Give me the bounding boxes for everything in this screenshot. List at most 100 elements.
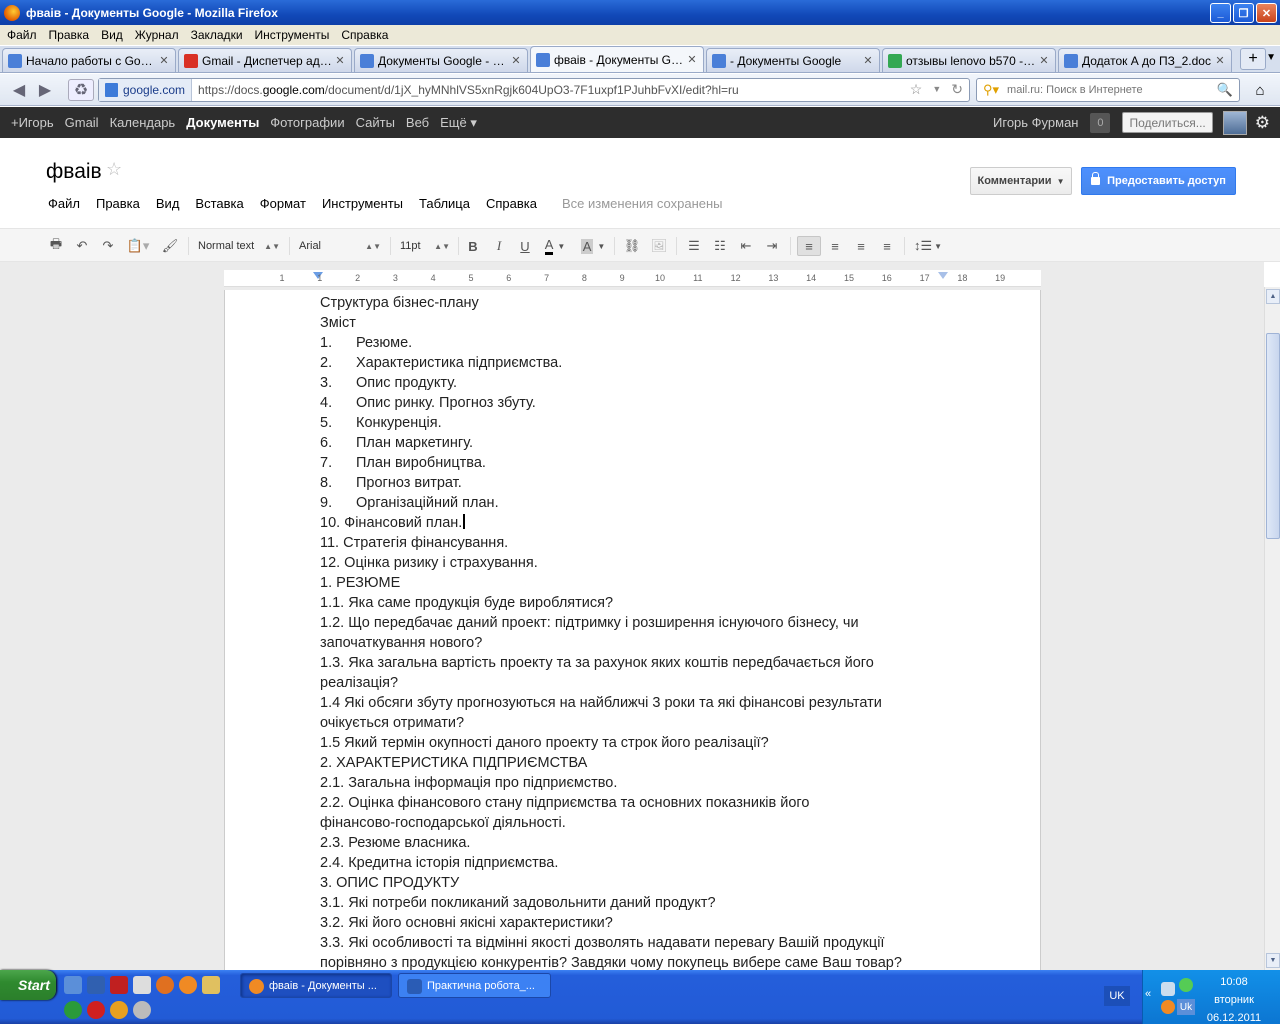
taskbar-item-firefox[interactable]: фваів - Документы ...: [240, 973, 392, 998]
menu-file[interactable]: Файл: [7, 28, 37, 42]
browser-tab[interactable]: Начало работы с Google...✕: [2, 48, 176, 72]
vertical-scrollbar[interactable]: ▲ ▼: [1264, 287, 1280, 970]
gbar-link-documents[interactable]: Документы: [186, 115, 259, 130]
search-engine-icon[interactable]: ⚲▾: [983, 82, 999, 98]
decrease-indent-icon[interactable]: ⇤: [736, 236, 756, 256]
redo-icon[interactable]: ↷: [98, 236, 118, 256]
gbar-share-button[interactable]: Поделиться...: [1122, 112, 1213, 133]
toc-item[interactable]: 11. Стратегія фінансування.: [320, 533, 960, 553]
quicklaunch-browser-icon[interactable]: [156, 976, 174, 994]
align-right-button[interactable]: ≡: [850, 236, 872, 256]
reload-icon[interactable]: ↻: [951, 81, 963, 98]
doc-paragraph-line[interactable]: започаткування нового?: [320, 633, 960, 653]
doc-paragraph-line[interactable]: 1.4 Які обсяги збуту прогнозуються на на…: [320, 693, 960, 713]
toc-item[interactable]: 7. План виробництва.: [320, 453, 960, 473]
document-body[interactable]: Структура бізнес-плану Зміст 1. Резюме. 2. Ха…: [320, 293, 960, 973]
toc-item[interactable]: 1. Резюме.: [320, 333, 960, 353]
tab-close-icon[interactable]: ✕: [1214, 54, 1226, 67]
doc-paragraph-line[interactable]: 3.2. Які його основні якісні характерист…: [320, 913, 960, 933]
clock[interactable]: 10:08 вторник 06.12.2011: [1188, 973, 1280, 1024]
browser-tab[interactable]: Gmail - Диспетчер адрес...✕: [178, 48, 352, 72]
bulleted-list-icon[interactable]: ☷: [710, 236, 730, 256]
docs-menu-format[interactable]: Формат: [260, 196, 306, 211]
doc-title[interactable]: фваів: [46, 160, 102, 184]
doc-paragraph-line[interactable]: 1.1. Яка саме продукція буде вироблятися…: [320, 593, 960, 613]
toc-item[interactable]: 12. Оцінка ризику і страхування.: [320, 553, 960, 573]
back-icon[interactable]: ◀: [6, 79, 32, 101]
language-indicator[interactable]: UK: [1104, 986, 1130, 1006]
paste-icon[interactable]: 📋▾: [124, 236, 152, 256]
bold-button[interactable]: B: [464, 236, 482, 256]
style-select[interactable]: Normal text ▲▼: [198, 236, 280, 256]
toc-title[interactable]: Зміст: [320, 313, 960, 333]
doc-paragraph-line[interactable]: 1. РЕЗЮМЕ: [320, 573, 960, 593]
url-text[interactable]: https://docs.google.com/document/d/1jX_h…: [198, 83, 739, 97]
doc-paragraph-line[interactable]: 2. ХАРАКТЕРИСТИКА ПІДПРИЄМСТВА: [320, 753, 960, 773]
minimize-button[interactable]: _: [1210, 3, 1231, 23]
doc-paragraph-line[interactable]: 3.1. Які потреби покликаний задовольнити…: [320, 893, 960, 913]
tab-close-icon[interactable]: ✕: [334, 54, 346, 67]
gbar-link-web[interactable]: Веб: [406, 115, 429, 130]
tab-close-icon[interactable]: ✕: [686, 53, 698, 66]
star-icon[interactable]: ☆: [106, 159, 122, 180]
scrollbar-thumb[interactable]: [1266, 333, 1280, 539]
browser-tab[interactable]: Документы Google - Гла... ✕: [354, 48, 528, 72]
increase-indent-icon[interactable]: ⇥: [762, 236, 782, 256]
link-icon[interactable]: ⛓: [622, 236, 642, 256]
quicklaunch-media-icon[interactable]: [133, 976, 151, 994]
torrent-icon[interactable]: [64, 1001, 82, 1019]
italic-button[interactable]: I: [490, 236, 508, 256]
doc-paragraph-line[interactable]: 3.3. Які особливості та відмінні якості …: [320, 933, 960, 953]
doc-paragraph-line[interactable]: 1.5 Який термін окупності даного проекту…: [320, 733, 960, 753]
underline-button[interactable]: U: [516, 236, 534, 256]
doc-paragraph-line[interactable]: 2.2. Оцінка фінансового стану підприємст…: [320, 793, 960, 813]
quicklaunch-app-icon[interactable]: [87, 976, 105, 994]
doc-paragraph-line[interactable]: реалізація?: [320, 673, 960, 693]
quicklaunch-misc-icon[interactable]: [133, 1001, 151, 1019]
home-icon[interactable]: ⌂: [1248, 80, 1272, 100]
doc-paragraph-line[interactable]: 3. ОПИС ПРОДУКТУ: [320, 873, 960, 893]
doc-paragraph-line[interactable]: очікується отримати?: [320, 713, 960, 733]
close-window-button[interactable]: ✕: [1256, 3, 1277, 23]
tab-close-icon[interactable]: ✕: [510, 54, 522, 67]
docs-menu-table[interactable]: Таблица: [419, 196, 470, 211]
menu-help[interactable]: Справка: [341, 28, 388, 42]
line-spacing-icon[interactable]: ↕☰ ▼: [912, 236, 944, 256]
scroll-up-icon[interactable]: ▲: [1266, 289, 1280, 304]
toc-item[interactable]: 6. План маркетингу.: [320, 433, 960, 453]
search-input[interactable]: [1007, 84, 1208, 96]
gbar-link-photos[interactable]: Фотографии: [270, 115, 344, 130]
justify-button[interactable]: ≡: [876, 236, 898, 256]
menu-bookmarks[interactable]: Закладки: [191, 28, 243, 42]
history-icon[interactable]: ♻: [68, 78, 94, 101]
highlight-color-button[interactable]: A ▼: [578, 236, 608, 256]
toc-item[interactable]: 3. Опис продукту.: [320, 373, 960, 393]
search-bar[interactable]: ⚲▾ 🔍: [976, 78, 1240, 102]
paint-format-icon[interactable]: 🖌: [160, 236, 180, 256]
docs-menu-insert[interactable]: Вставка: [195, 196, 243, 211]
align-left-button[interactable]: ≡: [797, 236, 821, 256]
browser-tab[interactable]: фваів - Документы Google ✕: [530, 46, 704, 72]
undo-icon[interactable]: ↶: [72, 236, 92, 256]
gbar-username[interactable]: Игорь Фурман: [993, 115, 1078, 130]
doc-paragraph-line[interactable]: 2.1. Загальна інформація про підприємств…: [320, 773, 960, 793]
tab-list-icon[interactable]: ▼: [1266, 52, 1276, 63]
menu-edit[interactable]: Правка: [49, 28, 90, 42]
doc-paragraph-line[interactable]: 1.2. Що передбачає даний проект: підтрим…: [320, 613, 960, 633]
quicklaunch-tool-icon[interactable]: [110, 1001, 128, 1019]
site-identity-button[interactable]: google.com: [99, 79, 193, 101]
doc-paragraph-line[interactable]: фінансово-господарської діяльності.: [320, 813, 960, 833]
taskbar-item-word[interactable]: Практична робота_...: [398, 973, 551, 998]
scroll-down-icon[interactable]: ▼: [1266, 953, 1280, 968]
toc-item[interactable]: 9. Організаційний план.: [320, 493, 960, 513]
gbar-link-plus[interactable]: +Игорь: [11, 115, 54, 130]
url-bar[interactable]: google.com https://docs.google.com/docum…: [98, 78, 970, 102]
font-select[interactable]: Arial ▲▼: [299, 236, 381, 256]
doc-paragraph-line[interactable]: 1.3. Яка загальна вартість проекту та за…: [320, 653, 960, 673]
browser-tab[interactable]: отзывы lenovo b570 - По... ✕: [882, 48, 1056, 72]
gbar-link-more[interactable]: Ещё ▾: [440, 115, 477, 131]
restore-button[interactable]: ❐: [1233, 3, 1254, 23]
search-icon[interactable]: 🔍: [1217, 82, 1233, 98]
quicklaunch-folder-icon[interactable]: [202, 976, 220, 994]
ruler[interactable]: 1 1 2 3 4 5 6 7 8 9 10 11 12 13 14 15 16 17 18 19: [224, 270, 1041, 287]
